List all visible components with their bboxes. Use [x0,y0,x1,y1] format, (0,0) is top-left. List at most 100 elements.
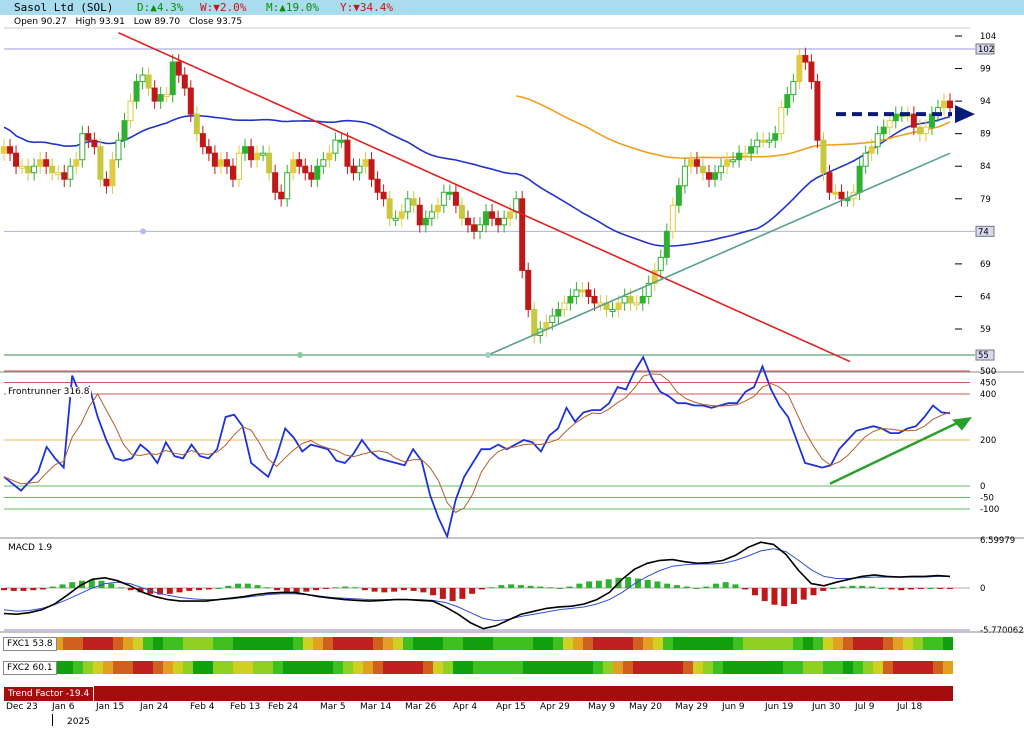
candle-body [820,139,827,174]
heat-cell [633,637,643,650]
heat-cell [653,661,663,674]
macd-histogram-bar [712,583,719,588]
fr-tick-label: -100 [980,505,999,515]
y-tick-label: 69 [980,260,991,270]
heat-cell [93,637,103,650]
heat-cell [493,661,503,674]
macd-histogram-bar [673,585,680,588]
heat-cell [383,637,393,650]
macd-histogram-bar [888,588,895,590]
heat-cell [693,661,703,674]
candle-body [260,152,267,156]
candle-body [49,165,56,174]
heat-cell [113,637,123,650]
candle-body [458,204,465,219]
macd-tick-label: 0 [980,584,985,594]
candle-body [284,172,291,200]
macd-histogram-bar [205,588,212,590]
heat-cell [833,661,843,674]
candle-body [37,159,44,167]
candle-body [880,126,887,135]
candle-body [115,139,122,161]
macd-histogram-bar [264,587,271,589]
x-axis-label: Jan 6 [52,702,75,712]
heat-cell [563,661,573,674]
candle-body [947,100,953,109]
candle-body [67,165,74,180]
stock-chart[interactable]: 104 99 94 89 84 79 69 64 59 102 74 55 500 450400 200 0… [0,0,1024,700]
macd-histogram-bar [644,579,651,588]
macd-histogram-bar [254,585,261,588]
macd-histogram-bar [313,588,320,591]
candle-body [796,55,803,83]
heat-cell [583,637,593,650]
macd-histogram-bar [566,586,573,588]
level-badge-text: 55 [978,351,989,361]
heat-cell [603,637,613,650]
heat-cell [563,637,573,650]
candle-body [718,165,725,174]
candle-body [862,152,869,167]
candle-body [314,165,321,180]
heat-cell [513,661,523,674]
macd-histogram-bar [722,582,729,588]
candle-body [272,172,279,193]
candle-body [91,139,98,148]
price-panel: 104 99 94 89 84 79 69 64 59 102 74 55 [0,27,996,370]
macd-label: MACD 1.9 [6,543,55,553]
candle-body [657,256,664,271]
macd-histogram-bar [303,588,310,592]
candle-body [163,94,170,98]
macd-histogram-bar [225,585,232,588]
level-badge-text: 74 [978,227,989,237]
y-tick-label: 104 [980,32,996,42]
macd-histogram-bar [693,588,700,589]
candle-body [205,146,212,154]
macd-histogram-bar [371,588,378,592]
macd-histogram-bar [742,588,749,590]
macd-histogram-bar [781,588,788,607]
candle-body [446,191,453,195]
heat-cell [683,661,693,674]
candle-body [25,165,32,174]
heat-cell [123,661,133,674]
heat-cell [643,661,653,674]
candle-body [151,87,158,102]
candle-body [350,165,357,174]
candle-body [525,269,532,310]
heat-cell [593,637,603,650]
heat-cell [243,637,253,650]
heat-cell [193,661,203,674]
candle-body [296,159,303,167]
candle-body [802,55,809,63]
year-label: 2025 [67,717,90,727]
heat-cell [733,637,743,650]
heat-cell [863,661,873,674]
macd-histogram-bar [342,586,349,588]
heat-cell [143,637,153,650]
macd-histogram-bar [118,587,125,589]
candle-body [229,165,236,180]
heat-cell [153,661,163,674]
candle-body [169,61,176,96]
heat-cell [553,661,563,674]
heat-cell [323,637,333,650]
heat-cell [533,637,543,650]
candle-body [410,198,417,206]
heat-cell [313,637,323,650]
candle-body [916,126,923,135]
candle-body [639,295,646,304]
frontrunner-panel: 500 450400 200 0 -50-100 [0,355,1024,540]
heat-cell [783,661,793,674]
y-tick-label: 89 [980,130,991,140]
heat-cell [103,637,113,650]
candle-body [356,165,363,174]
candle-body [886,120,893,128]
candle-body [1,146,7,154]
x-axis-label: Jul 18 [897,702,923,712]
heat-cell [503,661,513,674]
heat-cell [363,637,373,650]
heat-cell [253,661,263,674]
candle-body [549,315,556,323]
fr-trend-line [829,420,961,485]
